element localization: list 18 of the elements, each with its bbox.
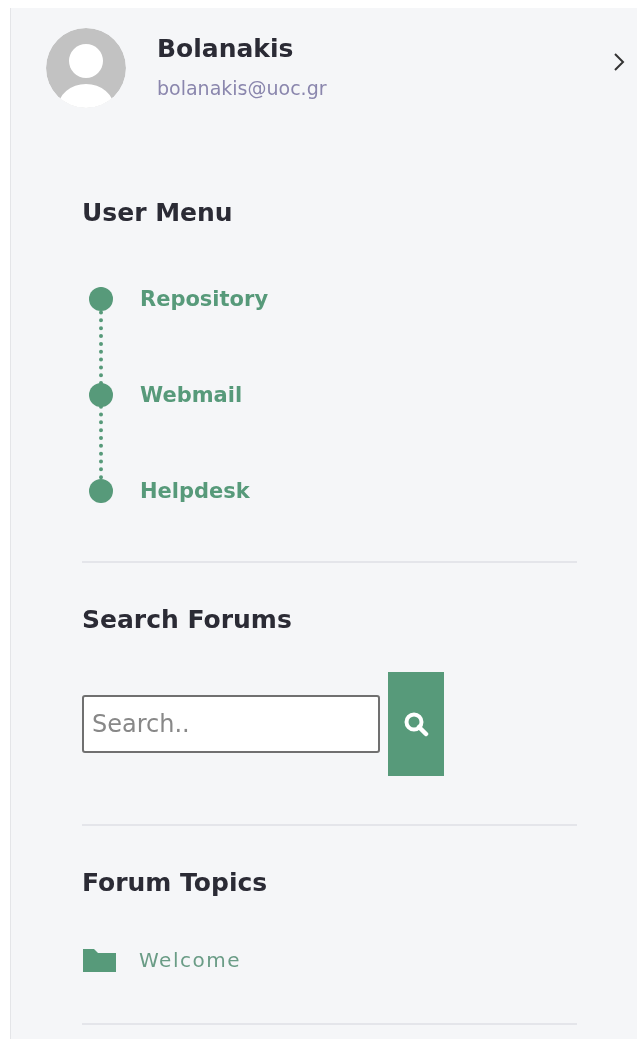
menu-link[interactable]: Webmail	[140, 383, 243, 407]
section-title: Search Forums	[82, 605, 293, 634]
section-title: User Menu	[82, 198, 234, 227]
search-icon	[403, 711, 429, 737]
timeline-dot-icon	[89, 479, 113, 503]
topic-link[interactable]: Welcome	[139, 948, 241, 972]
menu-link[interactable]: Repository	[140, 287, 269, 311]
search-button[interactable]	[388, 672, 444, 776]
section-title: Forum Topics	[82, 868, 269, 897]
chevron-right-icon[interactable]	[613, 52, 625, 72]
folder-icon	[82, 947, 117, 973]
menu-link[interactable]: Helpdesk	[140, 479, 250, 503]
user-name: Bolanakis	[157, 34, 295, 63]
timeline-dot-icon	[89, 383, 113, 407]
user-email: bolanakis@uoc.gr	[157, 77, 328, 99]
search-field[interactable]: Search..	[82, 695, 380, 753]
avatar-icon	[46, 28, 126, 108]
timeline-dot-icon	[89, 287, 113, 311]
